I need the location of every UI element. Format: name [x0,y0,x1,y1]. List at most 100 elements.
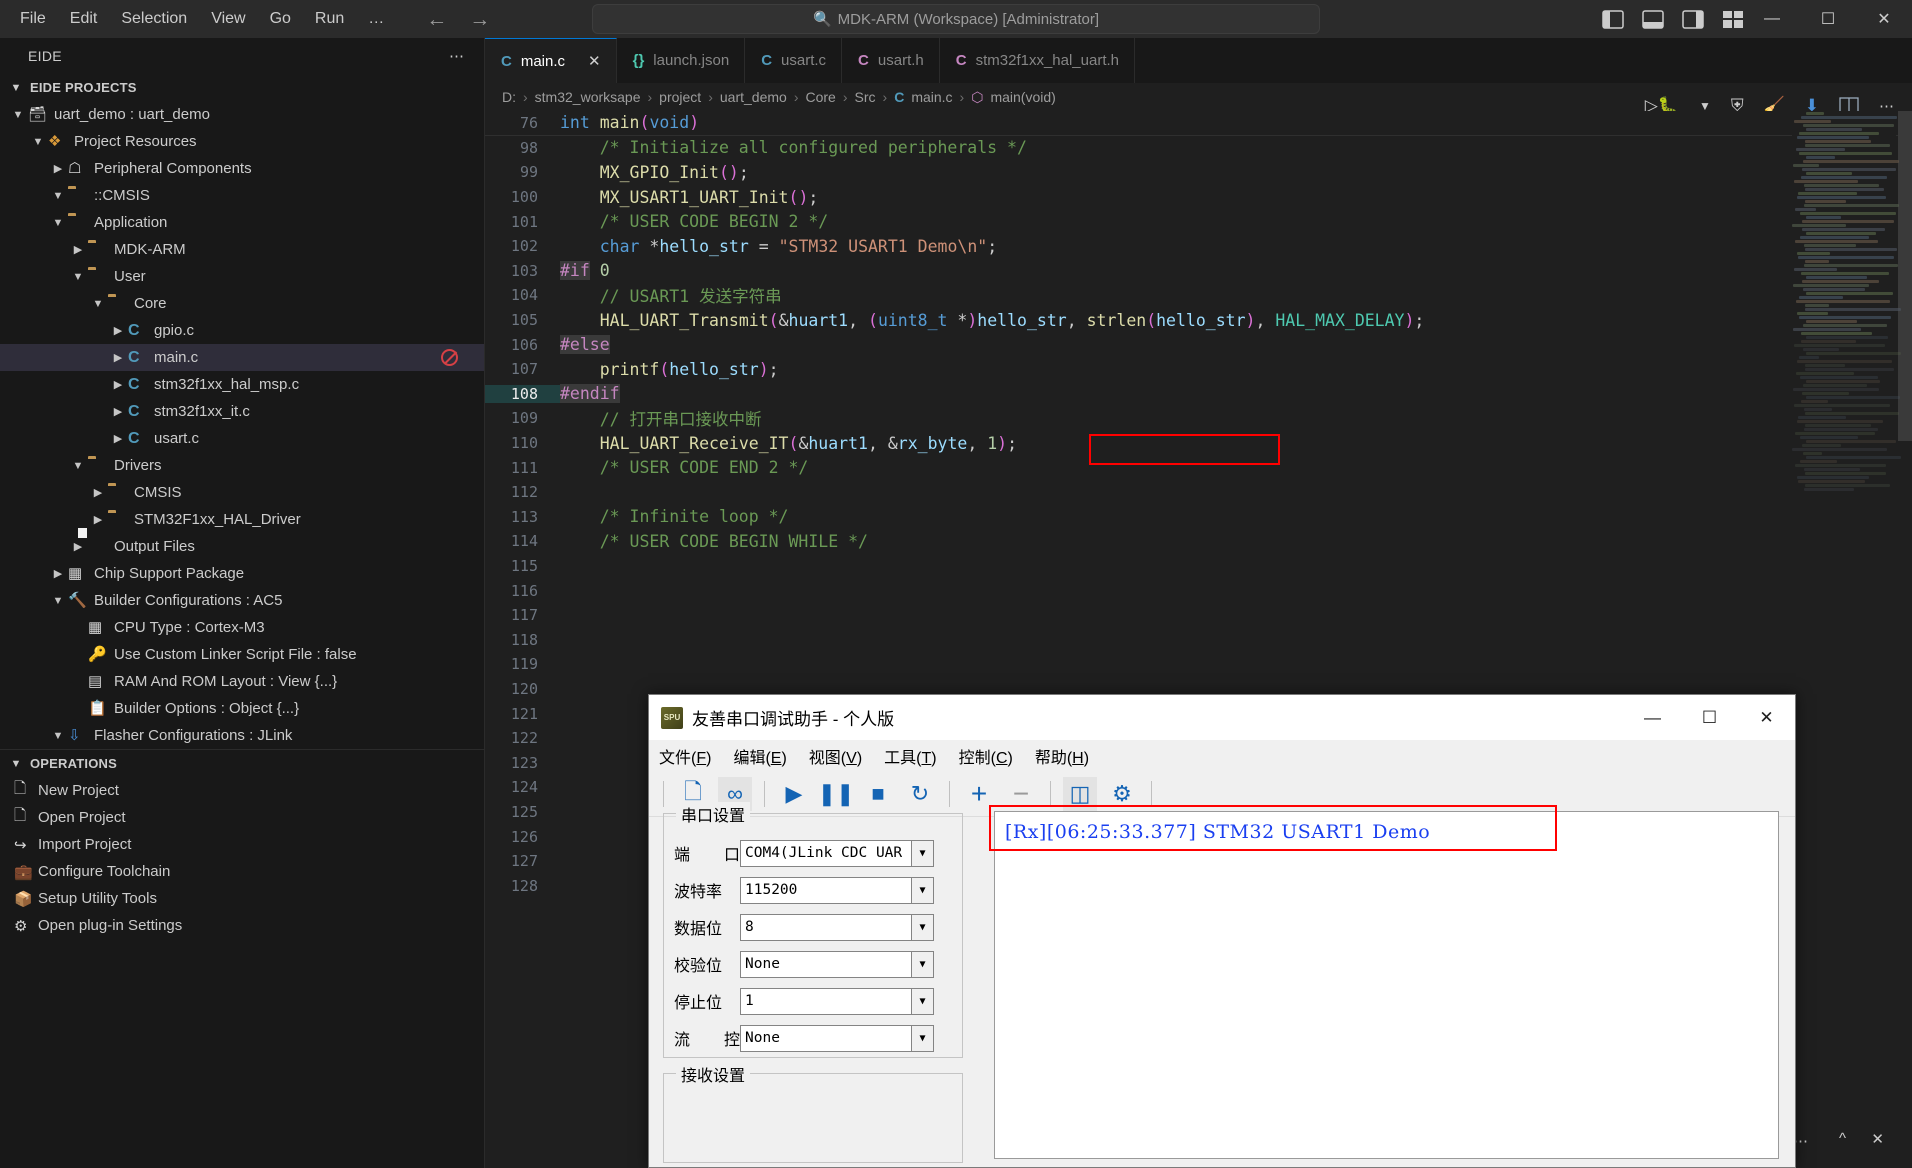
breadcrumb-item[interactable]: Core [805,89,835,105]
eide-projects-section[interactable]: ▼ EIDE PROJECTS [0,74,484,101]
menu-more[interactable]: … [356,6,396,32]
tab-launch-json[interactable]: {} launch.json [616,38,746,83]
chevron-down-icon[interactable]: ▼ [911,1025,933,1051]
code-line-108[interactable]: 108 #endif [485,382,1912,407]
dialog-menu-f[interactable]: 文件(F) [659,744,711,768]
tree-item-chip-support-package[interactable]: ▶ ▦ Chip Support Package [0,560,484,587]
back-icon[interactable]: ← [426,9,447,30]
chevron-down-icon[interactable]: ▼ [911,951,933,977]
dialog-menu-c[interactable]: 控制(C) [959,744,1013,768]
stop-icon[interactable]: ■ [861,777,895,811]
code-line-100[interactable]: 100 MX_USART1_UART_Init(); [485,185,1912,210]
tree-item-stm32f1xx-hal-msp-c[interactable]: ▶ Cstm32f1xx_hal_msp.c [0,371,484,398]
code-line-105[interactable]: 105 HAL_UART_Transmit(&huart1, (uint8_t … [485,308,1912,333]
menu-file[interactable]: File [8,6,58,32]
code-line-109[interactable]: 109 // 打开串口接收中断 [485,406,1912,431]
tab-stm32f1xx-hal-uart-h[interactable]: Cstm32f1xx_hal_uart.h [939,38,1136,83]
close-icon[interactable]: ✕ [1871,1130,1884,1148]
chevron-down-icon[interactable]: ▼ [68,460,88,472]
field-combobox[interactable]: 1 ▼ [740,987,934,1015]
tree-item-builder-configurations-ac5[interactable]: ▼ 🔨 Builder Configurations : AC5 [0,587,484,614]
tree-item-main-c[interactable]: ▶ Cmain.c [0,344,484,371]
chevron-right-icon[interactable]: ▶ [108,432,128,445]
tree-item-stm32f1xx-hal-driver[interactable]: ▶ STM32F1xx_HAL_Driver [0,506,484,533]
code-line-116[interactable]: 116 [485,578,1912,603]
tab-main-c[interactable]: Cmain.c ✕ [485,38,617,83]
code-line-119[interactable]: 119 [485,652,1912,677]
tab-usart-h[interactable]: Cusart.h [842,38,940,83]
breadcrumb-item[interactable]: stm32_worksape [535,89,641,105]
tree-item-flasher-configurations-jlink[interactable]: ▼ ⇩ Flasher Configurations : JLink [0,722,484,749]
code-line-101[interactable]: 101 /* USER CODE BEGIN 2 */ [485,209,1912,234]
field-combobox[interactable]: COM4(JLink CDC UAR ▼ [740,839,934,867]
tree-item-output-files[interactable]: ▶ Output Files [0,533,484,560]
tree-item-usart-c[interactable]: ▶ Cusart.c [0,425,484,452]
chevron-right-icon[interactable]: ▶ [88,513,108,526]
tree-item-application[interactable]: ▼ Application [0,209,484,236]
tree-item-builder-options-object[interactable]: 📋 Builder Options : Object {...} [0,695,484,722]
code-line-115[interactable]: 115 [485,554,1912,579]
tree-item-drivers[interactable]: ▼ Drivers [0,452,484,479]
command-search-bar[interactable]: 🔍 MDK-ARM (Workspace) [Administrator] [592,4,1320,34]
tree-item-project-resources[interactable]: ▼ ❖ Project Resources [0,128,484,155]
code-line-103[interactable]: 103 #if 0 [485,259,1912,284]
code-line-98[interactable]: 98 /* Initialize all configured peripher… [485,136,1912,161]
minimize-button[interactable]: — [1744,0,1800,38]
chevron-right-icon[interactable]: ▶ [108,405,128,418]
chevron-right-icon[interactable]: ▶ [48,162,68,175]
field-combobox[interactable]: None ▼ [740,1024,934,1052]
operation-setup-utility-tools[interactable]: 📦 Setup Utility Tools [0,885,485,912]
operation-open-plug-in-settings[interactable]: ⚙ Open plug-in Settings [0,912,485,939]
tree-item-ram-and-rom-layout-view[interactable]: ▤ RAM And ROM Layout : View {...} [0,668,484,695]
code-line-114[interactable]: 114 /* USER CODE BEGIN WHILE */ [485,529,1912,554]
dialog-menu-v[interactable]: 视图(V) [809,744,862,768]
dialog-maximize-button[interactable]: ☐ [1681,695,1738,740]
breadcrumb-item[interactable]: main(void) [990,89,1055,105]
menu-run[interactable]: Run [303,6,356,32]
chevron-down-icon[interactable]: ▼ [8,109,28,121]
menu-go[interactable]: Go [258,6,303,32]
chevron-down-icon[interactable]: ▼ [911,840,933,866]
chevron-down-icon[interactable]: ▼ [28,136,48,148]
panel-bottom-icon[interactable] [1642,9,1664,29]
chevron-down-icon[interactable]: ▼ [88,298,108,310]
forward-icon[interactable]: → [469,9,490,30]
chevron-down-icon[interactable]: ▼ [911,877,933,903]
close-button[interactable]: ✕ [1856,0,1912,38]
tree-item-stm32f1xx-it-c[interactable]: ▶ Cstm32f1xx_it.c [0,398,484,425]
tree-item-use-custom-linker-script-file-false[interactable]: 🔑 Use Custom Linker Script File : false [0,641,484,668]
pause-icon[interactable]: ❚❚ [818,777,855,811]
tree-item-mdk-arm[interactable]: ▶ MDK-ARM [0,236,484,263]
chevron-right-icon[interactable]: ▶ [48,567,68,580]
panel-right-icon[interactable] [1682,9,1704,29]
chevron-down-icon[interactable]: ▼ [48,730,68,742]
code-line-118[interactable]: 118 [485,627,1912,652]
code-line-113[interactable]: 113 /* Infinite loop */ [485,505,1912,530]
minimap[interactable] [1792,111,1902,1168]
code-line-112[interactable]: 112 [485,480,1912,505]
tree-item-gpio-c[interactable]: ▶ Cgpio.c [0,317,484,344]
chevron-down-icon[interactable]: ▼ [911,914,933,940]
chevron-right-icon[interactable]: ▶ [108,324,128,337]
chevron-right-icon[interactable]: ▶ [68,243,88,256]
chevron-right-icon[interactable]: ▶ [108,378,128,391]
code-line-106[interactable]: 106 #else [485,332,1912,357]
tree-item-peripheral-components[interactable]: ▶ ☖ Peripheral Components [0,155,484,182]
operation-open-project[interactable]: 🗋 Open Project [0,804,485,831]
code-line-102[interactable]: 102 char *hello_str = "STM32 USART1 Demo… [485,234,1912,259]
tree-item-user[interactable]: ▼ User [0,263,484,290]
operations-section[interactable]: ▼ OPERATIONS [0,750,485,777]
tree-item-cpu-type-cortex-m3[interactable]: ▦ CPU Type : Cortex-M3 [0,614,484,641]
menu-selection[interactable]: Selection [109,6,199,32]
breadcrumb-item[interactable]: uart_demo [720,89,787,105]
breadcrumb-item[interactable]: main.c [911,89,952,105]
chevron-right-icon[interactable]: ▶ [88,486,108,499]
layout-grid-icon[interactable] [1722,10,1744,29]
dialog-menu-e[interactable]: 编辑(E) [733,744,786,768]
dialog-minimize-button[interactable]: — [1624,695,1681,740]
chevron-down-icon[interactable]: ▼ [48,217,68,229]
chevron-right-icon[interactable]: ▶ [108,351,128,364]
chevron-down-icon[interactable]: ▼ [48,595,68,607]
tree-item-core[interactable]: ▼ Core [0,290,484,317]
operation-configure-toolchain[interactable]: 💼 Configure Toolchain [0,858,485,885]
